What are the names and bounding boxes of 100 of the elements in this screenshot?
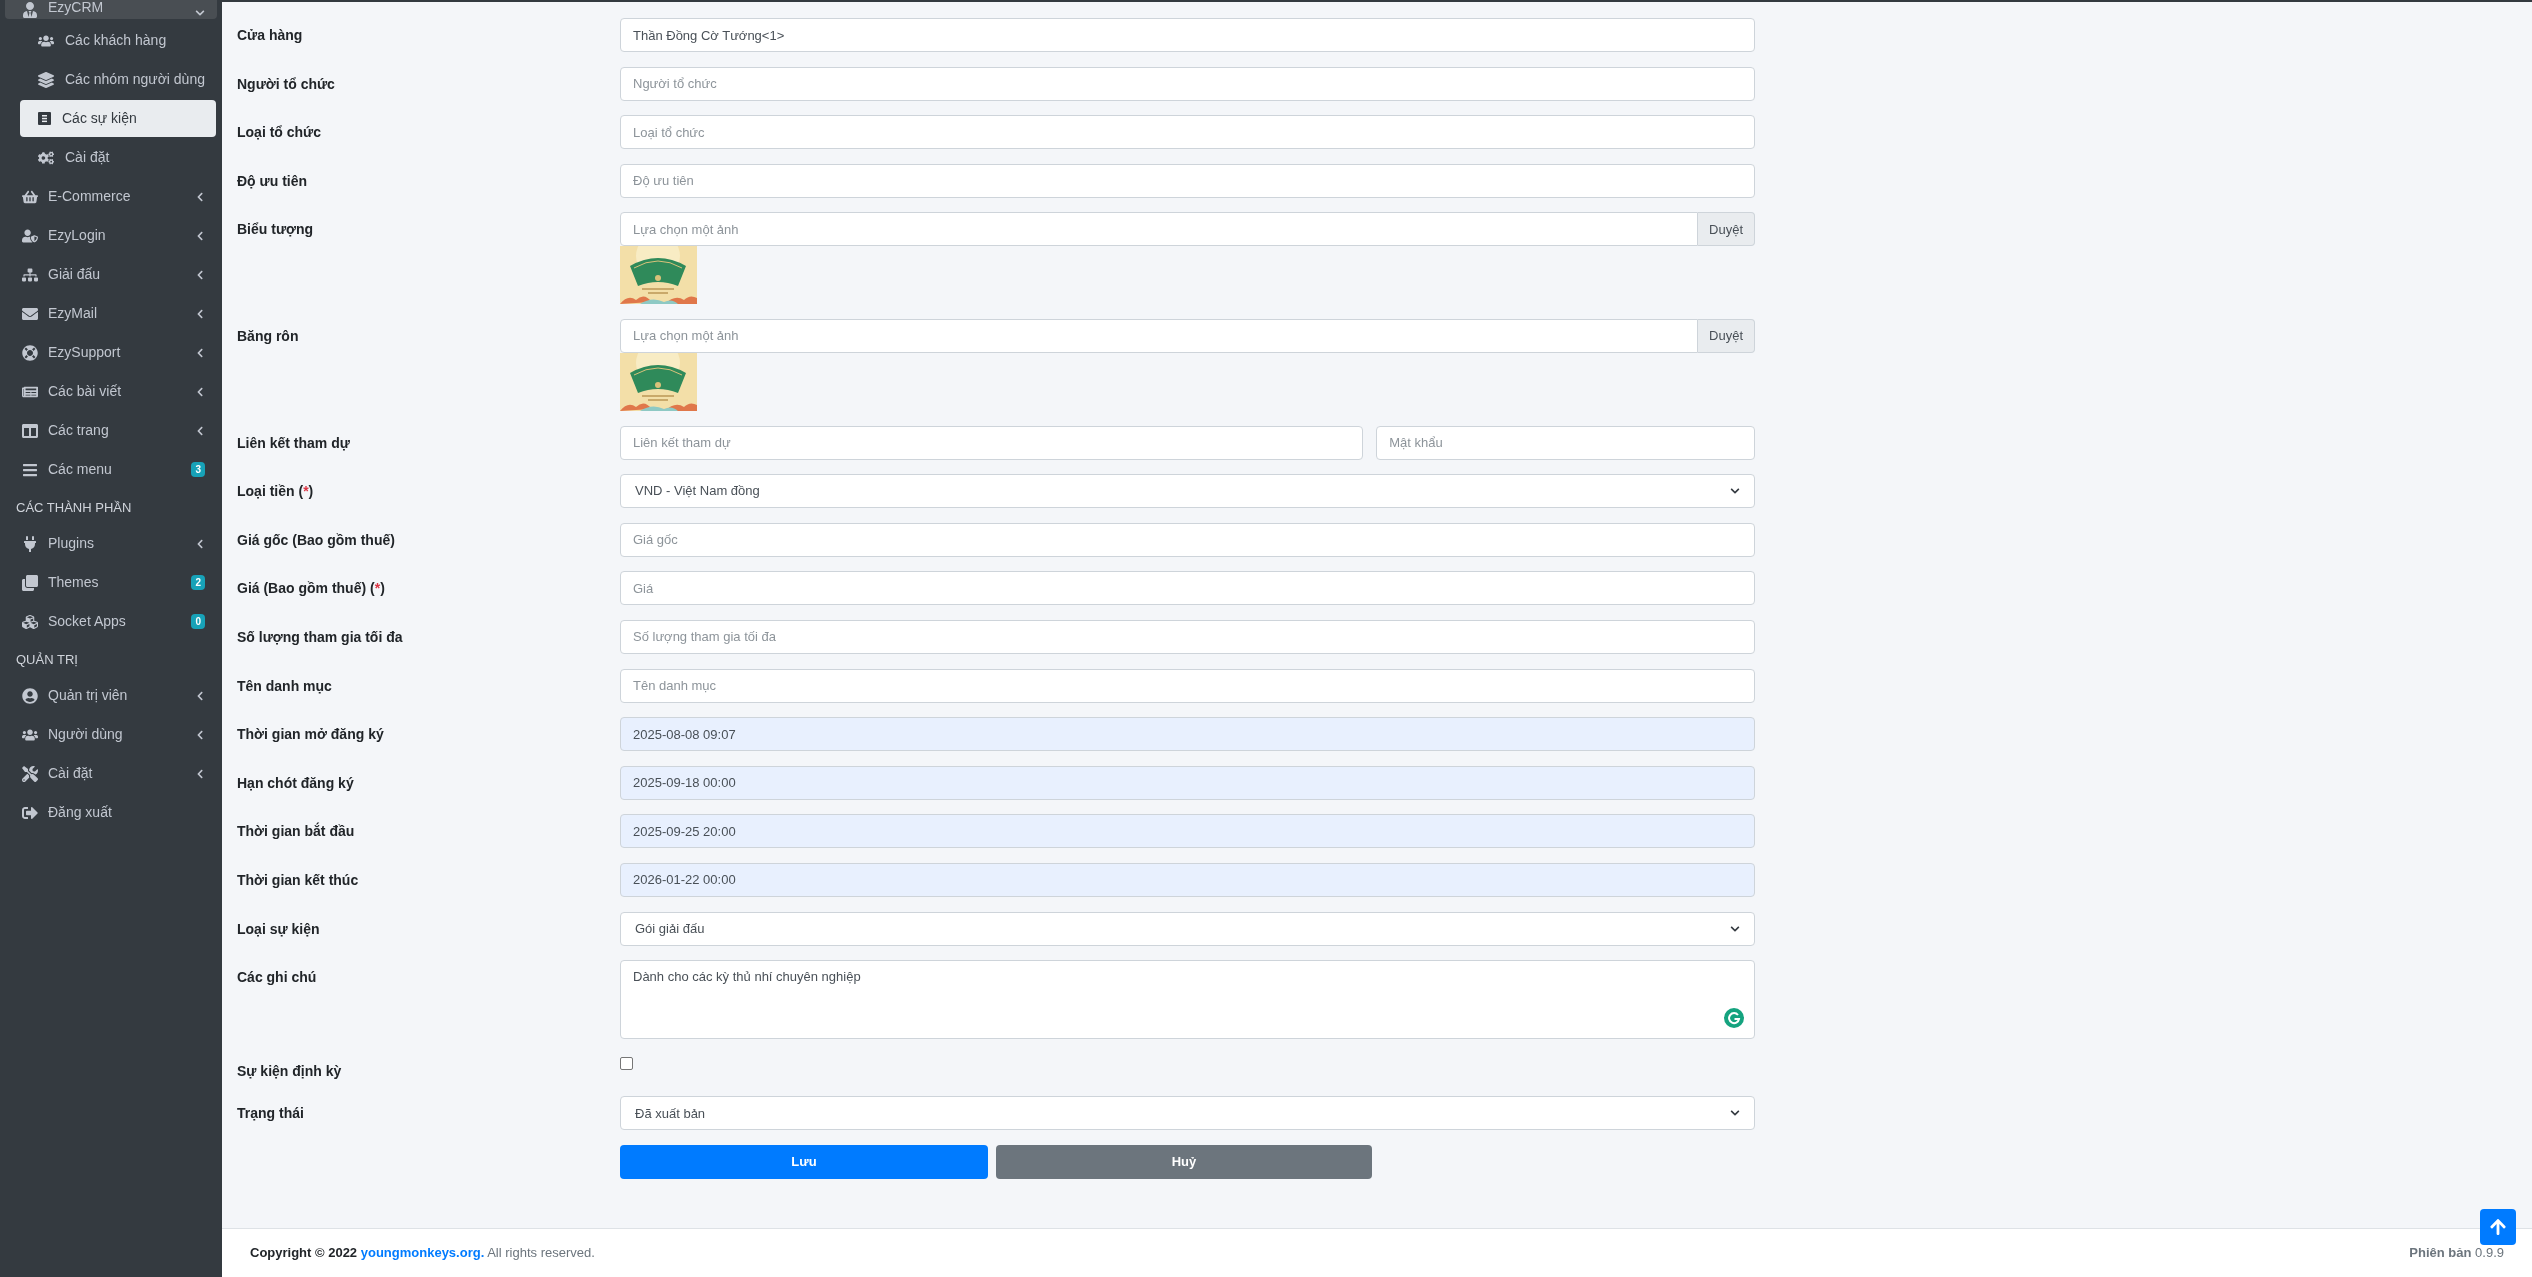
list-icon — [38, 112, 51, 125]
chevron-left-icon — [195, 538, 205, 549]
count-badge: 3 — [191, 462, 205, 477]
basket-icon — [22, 188, 38, 205]
input-field[interactable]: Giá gốc — [620, 522, 1755, 557]
sidebar-item[interactable]: Themes 2 — [5, 564, 217, 601]
field-label: Giá (Bao gồm thuế) (*) — [237, 579, 386, 599]
sidebar-item[interactable]: Giải đấu — [5, 256, 217, 293]
cubes-icon — [22, 613, 38, 630]
date-field[interactable]: 2026-01-22 00:00 — [620, 862, 1755, 897]
chevron-down-icon — [1730, 923, 1740, 934]
field-label: Thời gian mở đăng ký — [237, 725, 385, 745]
input-field[interactable]: Số lượng tham gia tối đa — [620, 619, 1755, 654]
input-field[interactable]: Giá — [620, 571, 1755, 606]
input-field[interactable]: Thần Đồng Cờ Tướng<1> — [620, 18, 1755, 52]
sidebar-item[interactable]: EzyMail — [5, 295, 217, 332]
field-label: Giá gốc (Bao gồm thuế) — [237, 530, 396, 550]
arrow-up-icon — [2489, 1218, 2507, 1236]
sidebar-item[interactable]: Socket Apps 0 — [5, 603, 217, 640]
text-area[interactable]: Dành cho các kỳ thủ nhí chuyên nghiệp — [620, 960, 1755, 1040]
sidebar-item[interactable]: Cài đặt — [5, 755, 217, 792]
section-header: CÁC THÀNH PHẦN — [15, 498, 133, 517]
field-label: Tên danh mục — [237, 676, 333, 696]
field-label: Liên kết tham dự — [237, 433, 351, 453]
sidebar-item[interactable]: Các menu 3 — [5, 451, 217, 488]
tools-icon — [22, 765, 38, 782]
sidebar-item[interactable]: Các nhóm người dùng — [20, 61, 216, 98]
checkbox[interactable] — [620, 1057, 633, 1071]
chevron-left-icon — [195, 347, 205, 358]
field-label: Loại tiền (*) — [237, 482, 315, 502]
sidebar-item[interactable]: Plugins — [5, 525, 217, 562]
sign-out-icon — [22, 804, 38, 821]
cancel-button[interactable]: Huỷ — [996, 1144, 1372, 1179]
field-label: Số lượng tham gia tối đa — [237, 627, 404, 647]
date-field[interactable]: 2025-08-08 09:07 — [620, 717, 1755, 752]
chevron-left-icon — [195, 425, 205, 436]
field-label: Loại sự kiện — [237, 919, 321, 939]
chevron-left-icon — [195, 269, 205, 280]
browse-button[interactable]: Duyệt — [1698, 318, 1755, 353]
input-field[interactable]: Độ ưu tiên — [620, 163, 1755, 198]
field-label: Cửa hàng — [237, 26, 304, 45]
chevron-left-icon — [195, 386, 205, 397]
field-label: Trạng thái — [237, 1104, 305, 1124]
columns-icon — [22, 422, 38, 439]
field-label: Sự kiện định kỳ — [237, 1061, 343, 1081]
field-label: Các ghi chú — [237, 968, 318, 988]
chevron-left-icon — [195, 191, 205, 202]
scroll-top-button[interactable] — [2480, 1209, 2516, 1245]
sidebar-item[interactable]: E-Commerce — [5, 178, 217, 215]
field-label: Người tổ chức — [237, 74, 336, 94]
dropdown[interactable]: VND - Việt Nam đồng — [620, 474, 1755, 509]
dropdown[interactable]: Gói giải đấu — [620, 911, 1755, 946]
sidebar-item[interactable]: Người dùng — [5, 716, 217, 753]
sidebar-item[interactable]: Các khách hàng — [20, 22, 216, 59]
sidebar-item[interactable]: EzySupport — [5, 334, 217, 371]
menu-icon — [22, 461, 38, 478]
chevron-left-icon — [195, 690, 205, 701]
input-field[interactable]: Tên danh mục — [620, 668, 1755, 703]
sidebar-item[interactable]: Các trang — [5, 412, 217, 449]
sidebar-item[interactable]: Đăng xuất — [5, 794, 217, 831]
date-field[interactable]: 2025-09-25 20:00 — [620, 814, 1755, 849]
plug-icon — [22, 535, 38, 552]
field-label: Thời gian bắt đầu — [237, 821, 356, 842]
chevron-down-icon — [195, 8, 205, 18]
sitemap-icon — [22, 266, 38, 283]
field-label: Biểu tượng — [237, 220, 315, 240]
dropdown[interactable]: Đã xuất bản — [620, 1096, 1755, 1131]
field-label: Hạn chót đăng ký — [237, 773, 355, 793]
field-label: Loại tổ chức — [237, 123, 323, 143]
sidebar-item[interactable]: Các bài viết — [5, 373, 217, 410]
file-field[interactable]: Lựa chọn một ảnh — [620, 212, 1699, 247]
copyright-text: Copyright © 2022 youngmonkeys.org. All rights reserved. — [250, 1244, 596, 1263]
date-field[interactable]: 2025-09-18 00:00 — [620, 765, 1755, 800]
count-badge: 2 — [191, 575, 205, 590]
file-field[interactable]: Lựa chọn một ảnh — [620, 318, 1699, 353]
save-button[interactable]: Lưu — [620, 1144, 988, 1179]
input-field[interactable]: Liên kết tham dự — [620, 425, 1364, 460]
chevron-left-icon — [195, 230, 205, 241]
envelope-icon — [22, 305, 38, 322]
input-field[interactable]: Loại tổ chức — [620, 115, 1755, 150]
life-ring-icon — [22, 344, 38, 361]
sidebar-item[interactable]: Quản trị viên — [5, 677, 217, 714]
section-header: QUẢN TRỊ — [15, 650, 79, 669]
field-label: Độ ưu tiên — [237, 171, 309, 191]
input-field[interactable]: Người tổ chức — [620, 66, 1755, 101]
layers-icon — [38, 71, 54, 88]
site-link[interactable]: youngmonkeys.org. — [360, 1245, 485, 1261]
input-field[interactable]: Mật khẩu — [1376, 425, 1755, 460]
copy-icon — [22, 574, 38, 591]
assistant-icon — [1724, 1008, 1744, 1029]
user-shield-icon — [22, 227, 38, 244]
field-label: Băng rôn — [237, 326, 300, 346]
sidebar-item[interactable]: EzyCRM — [5, 0, 217, 19]
gears-icon — [38, 149, 54, 166]
sidebar-item[interactable]: Các sự kiện — [20, 100, 216, 137]
version-text: Phiên bản 0.9.9 — [2409, 1244, 2504, 1263]
sidebar-item[interactable]: Cài đặt — [20, 139, 216, 176]
count-badge: 0 — [191, 614, 205, 629]
sidebar-item[interactable]: EzyLogin — [5, 217, 217, 254]
browse-button[interactable]: Duyệt — [1698, 212, 1755, 247]
